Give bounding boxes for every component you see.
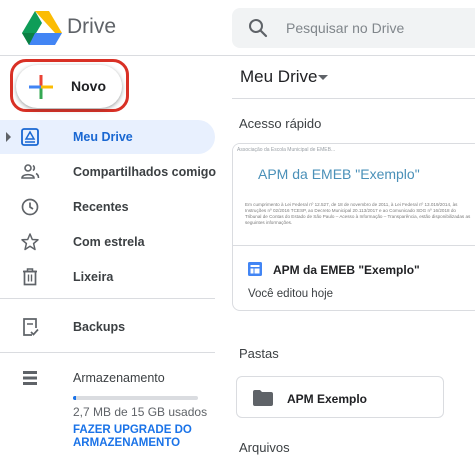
storage-used-text: 2,7 MB de 15 GB usados <box>73 405 208 419</box>
sidebar-item-label: Com estrela <box>73 235 145 249</box>
file-name: APM da EMEB "Exemplo" <box>273 263 420 277</box>
people-icon <box>21 164 40 179</box>
main-divider <box>232 98 475 99</box>
thumbnail-body: Em cumprimento à Lei Federal nº 12.527, … <box>245 202 471 225</box>
document-thumbnail: Associação da Escola Municipal de EMEB..… <box>233 144 475 246</box>
drive-folder-icon <box>21 128 39 146</box>
plus-icon <box>29 75 53 99</box>
chevron-down-icon[interactable] <box>318 75 328 80</box>
expand-caret-icon[interactable] <box>6 132 11 142</box>
app-title[interactable]: Drive <box>67 15 116 39</box>
sidebar-item-trash[interactable]: Lixeira <box>0 260 215 294</box>
folder-icon <box>253 390 273 406</box>
star-icon <box>21 233 39 251</box>
top-bar: Drive Pesquisar no Drive <box>0 0 475 56</box>
backup-icon <box>23 318 39 336</box>
thumbnail-title: APM da EMEB "Exemplo" <box>258 166 420 182</box>
drive-logo-icon[interactable] <box>22 11 62 45</box>
clock-icon <box>21 198 39 216</box>
sidebar-item-storage[interactable]: Armazenamento <box>0 361 215 395</box>
sidebar-item-shared[interactable]: Compartilhados comigo <box>0 155 217 189</box>
trash-icon <box>23 268 37 286</box>
sidebar-item-label: Lixeira <box>73 270 114 284</box>
search-input[interactable]: Pesquisar no Drive <box>286 20 404 36</box>
storage-progress-fill <box>73 396 76 400</box>
upgrade-storage-link[interactable]: FAZER UPGRADE DO ARMAZENAMENTO <box>73 424 213 450</box>
sidebar-item-label: Armazenamento <box>73 371 165 385</box>
sidebar-item-label: Compartilhados comigo <box>73 165 217 179</box>
quick-access-heading: Acesso rápido <box>239 116 322 131</box>
sidebar-divider <box>0 352 215 353</box>
sidebar-item-label: Meu Drive <box>73 130 133 144</box>
sidebar-item-my-drive[interactable]: Meu Drive <box>0 120 215 154</box>
folders-heading: Pastas <box>239 346 279 361</box>
search-box[interactable]: Pesquisar no Drive <box>232 8 475 48</box>
folder-item[interactable]: APM Exemplo <box>236 376 444 418</box>
new-button-label: Novo <box>71 78 106 94</box>
file-activity: Você editou hoje <box>248 288 334 300</box>
folder-name: APM Exemplo <box>287 392 368 406</box>
sites-file-icon <box>248 262 262 276</box>
quick-access-card[interactable]: Associação da Escola Municipal de EMEB..… <box>232 143 475 311</box>
sidebar-item-recent[interactable]: Recentes <box>0 190 215 224</box>
sidebar-item-label: Recentes <box>73 200 129 214</box>
sidebar-item-starred[interactable]: Com estrela <box>0 225 215 259</box>
storage-icon <box>23 371 37 385</box>
sidebar-item-backups[interactable]: Backups <box>0 310 215 344</box>
storage-progress-bar <box>73 396 198 400</box>
files-heading: Arquivos <box>239 440 290 455</box>
page-title[interactable]: Meu Drive <box>240 67 317 87</box>
search-icon[interactable] <box>248 18 268 38</box>
new-button[interactable]: Novo <box>16 65 122 108</box>
sidebar-item-label: Backups <box>73 320 126 334</box>
thumbnail-header: Associação da Escola Municipal de EMEB..… <box>237 147 336 153</box>
sidebar-divider <box>0 298 215 299</box>
